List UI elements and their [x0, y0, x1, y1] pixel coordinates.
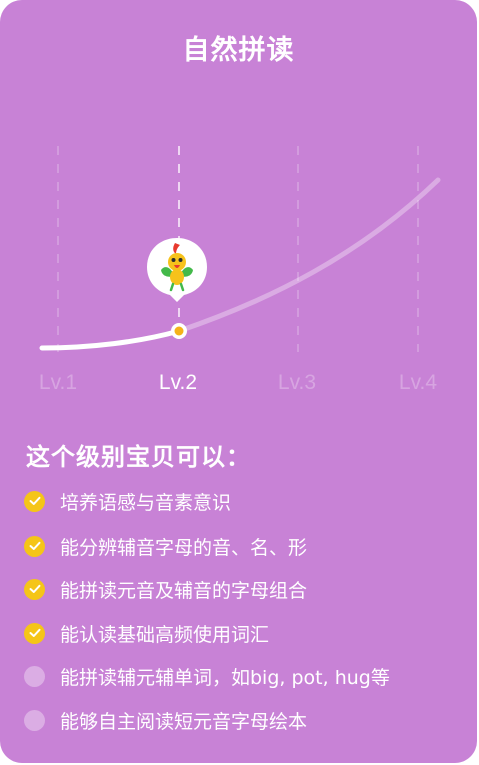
ability-item: 能够自主阅读短元音字母绘本 — [24, 705, 307, 735]
ability-text: 能分辨辅音字母的音、名、形 — [60, 536, 308, 559]
level-progress-chart — [39, 146, 441, 352]
level-label-4: Lv.4 — [398, 371, 438, 394]
level-guides — [57, 146, 419, 352]
check-icon — [24, 622, 45, 644]
growth-curve-future — [176, 177, 441, 334]
ability-item: 培养语感与音素意识 — [24, 486, 231, 516]
current-level-marker-dot — [174, 326, 184, 336]
abilities-heading: 这个级别宝贝可以： — [26, 443, 251, 471]
level-label-3: Lv.3 — [277, 371, 317, 394]
check-icon — [24, 578, 45, 600]
parrot-mascot-icon — [147, 238, 207, 302]
ability-item: 能认读基础高频使用词汇 — [24, 618, 269, 648]
ability-item: 能拼读元音及辅音的字母组合 — [24, 574, 307, 604]
ability-text: 培养语感与音素意识 — [60, 491, 232, 514]
ability-text: 能拼读元音及辅音的字母组合 — [60, 579, 308, 602]
growth-curve-done — [39, 328, 182, 351]
level-label-2: Lv.2 — [158, 371, 198, 394]
phonics-level-card: 自然拼读 Lv.1 Lv.2 Lv.3 Lv.4 这个级别宝贝可以： 培养语感与… — [0, 0, 477, 763]
check-icon — [24, 535, 45, 557]
ability-item: 能分辨辅音字母的音、名、形 — [24, 531, 307, 561]
ability-text: 能够自主阅读短元音字母绘本 — [60, 710, 308, 733]
ability-text: 能拼读辅元辅单词，如big, pot, hug等 — [60, 666, 390, 689]
ability-text: 能认读基础高频使用词汇 — [60, 623, 270, 646]
check-icon — [24, 490, 45, 512]
ability-item: 能拼读辅元辅单词，如big, pot, hug等 — [24, 661, 390, 691]
unchecked-circle-icon — [24, 665, 45, 687]
unchecked-circle-icon — [24, 709, 45, 731]
level-label-1: Lv.1 — [38, 371, 78, 394]
